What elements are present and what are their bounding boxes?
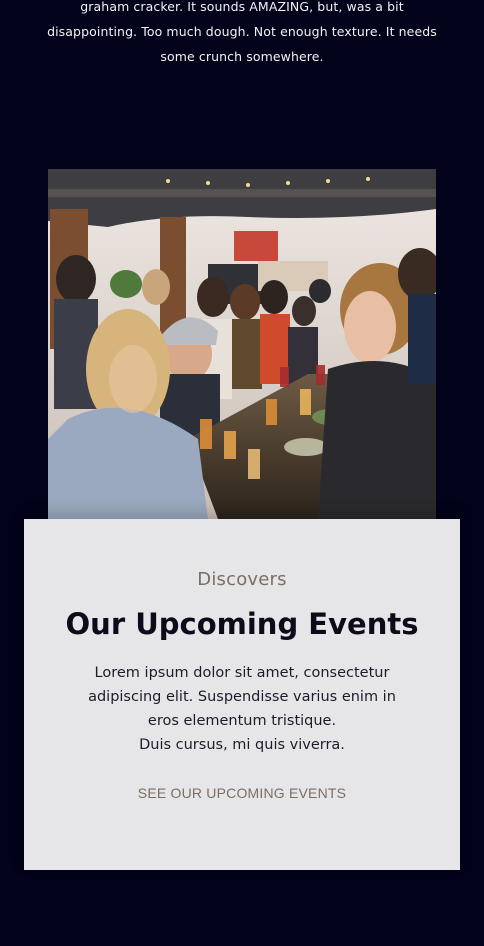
testimonial-line: graham cracker. It sounds AMAZING, but, … (80, 0, 404, 14)
description-line: Lorem ipsum dolor sit amet, consectetur (94, 665, 390, 681)
testimonial-line: some crunch somewhere. (160, 49, 324, 64)
testimonial-line: disappointing. Too much dough. Not enoug… (47, 24, 437, 39)
description-line: Duis cursus, mi quis viverra. (139, 737, 345, 753)
event-photo (48, 169, 436, 519)
description-line: adipiscing elit. Suspendisse varius enim… (88, 689, 396, 705)
description-line: eros elementum tristique. (147, 713, 337, 729)
page: graham cracker. It sounds AMAZING, but, … (0, 0, 484, 946)
events-title: Our Upcoming Events (65, 607, 419, 641)
events-eyebrow: Discovers (197, 569, 287, 590)
events-description: Lorem ipsum dolor sit amet, consectetur … (84, 661, 400, 757)
events-card: Discovers Our Upcoming Events Lorem ipsu… (24, 519, 460, 870)
testimonial-text: graham cracker. It sounds AMAZING, but, … (40, 0, 444, 69)
see-upcoming-events-link[interactable]: SEE OUR UPCOMING EVENTS (24, 785, 460, 801)
